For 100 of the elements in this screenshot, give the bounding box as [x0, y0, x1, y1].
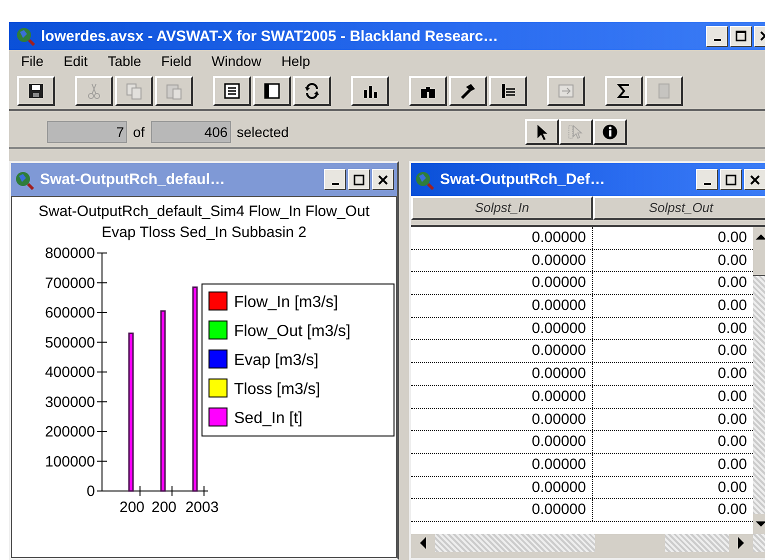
table-cell: 0.00000 [411, 363, 593, 385]
of-label: of [133, 124, 145, 140]
maximize-icon [725, 174, 737, 186]
legend-label: Flow_In [m3/s] [234, 294, 338, 311]
minimize-icon [714, 39, 720, 41]
refresh-icon [302, 81, 322, 101]
info-tool[interactable] [592, 119, 627, 145]
scroll-left-icon[interactable] [411, 534, 435, 552]
y-tick-label: 700000 [44, 274, 95, 292]
menu-item[interactable]: File [21, 53, 44, 70]
window-title: lowerdes.avsx - AVSWAT-X for SWAT2005 - Blackland Researc… [41, 28, 500, 44]
table-cell: 0.00000 [411, 454, 593, 476]
column-header[interactable]: Solpst_Out [593, 196, 765, 220]
table-cell: 0.00000 [411, 318, 593, 340]
table-cell: 0.00000 [411, 431, 593, 453]
y-tick-label: 200000 [44, 424, 95, 440]
scroll-thumb[interactable] [595, 534, 665, 552]
globe-magnifier-icon [15, 26, 35, 46]
table-cell-text: 0.00 [716, 386, 748, 407]
table-cell: 0.00000 [411, 340, 593, 362]
arrow-pointer-tool[interactable] [524, 119, 559, 145]
table-cell: 0.00000 [411, 250, 593, 272]
toolbar-button[interactable] [449, 76, 487, 106]
hammer-icon [458, 81, 478, 101]
y-tick-label: 600000 [44, 304, 95, 322]
toolbar-button[interactable] [293, 76, 331, 106]
table-cell-text: 0.00 [716, 364, 748, 384]
toolbar-button[interactable] [409, 76, 447, 106]
total-count: 406 [150, 121, 231, 143]
table-cell-text: 0.00 [716, 454, 748, 475]
selected-label: selected [236, 124, 289, 140]
maximize-button[interactable] [730, 26, 752, 46]
globe-magnifier-icon [414, 170, 434, 190]
table-cell: 0.00000 [411, 272, 593, 294]
toolbar-button[interactable] [605, 76, 643, 106]
minimize-icon [704, 182, 710, 184]
minimize-button[interactable] [696, 169, 718, 190]
toolbar-button[interactable] [489, 76, 527, 106]
toolbar-button[interactable] [253, 76, 291, 106]
y-tick-label: 0 [86, 483, 95, 500]
menu-item[interactable]: Edit [64, 53, 88, 70]
scroll-down-icon[interactable] [753, 514, 765, 534]
scroll-right-icon[interactable] [729, 534, 753, 552]
legend-label: Sed_In [t] [234, 410, 302, 427]
maximize-icon [353, 174, 365, 186]
maximize-button[interactable] [720, 169, 742, 190]
list-icon [222, 81, 242, 101]
menu-item[interactable]: Help [281, 53, 310, 70]
table-cell: 0.00000 [411, 499, 593, 521]
frame-icon [262, 81, 282, 101]
table-cell: 0.00000 [411, 227, 593, 249]
selected-count: 7 [47, 121, 127, 143]
minimize-button[interactable] [706, 26, 728, 46]
menu-item[interactable]: Window [212, 53, 262, 70]
copy-icon [124, 81, 144, 101]
close-icon [749, 174, 761, 186]
close-icon [377, 174, 389, 186]
scroll-up-icon[interactable] [753, 227, 765, 247]
legend-label: Flow_Out [m3/s] [234, 323, 350, 340]
minimize-icon [332, 182, 338, 184]
y-tick-label: 300000 [44, 394, 95, 411]
table-cell-text: 0.00 [716, 296, 748, 316]
table-cell: 0.00000 [411, 386, 593, 408]
close-button[interactable] [372, 169, 394, 190]
table-cell-text: 0.00 [716, 500, 748, 520]
x-tick-label: 200 [119, 499, 145, 516]
column-header[interactable]: Solpst_In [411, 196, 593, 220]
window-title: Swat-OutputRch_Def… [440, 171, 606, 188]
toolbar-button[interactable] [17, 76, 55, 106]
maximize-icon [735, 30, 747, 42]
scroll-thumb[interactable] [753, 247, 765, 276]
vertical-scrollbar[interactable] [753, 227, 765, 534]
table-cell-text: 0.00 [716, 432, 748, 452]
maximize-button[interactable] [348, 169, 370, 190]
table-cell-text: 0.00 [716, 250, 748, 271]
table-cell-text: 0.00 [716, 318, 748, 339]
y-tick-label: 100000 [44, 453, 95, 470]
y-tick-label: 500000 [44, 334, 95, 352]
table-cell-text: 0.00 [716, 410, 748, 430]
x-tick-label: 200 [151, 499, 177, 516]
x-tick-label: 2003 [185, 499, 219, 516]
chart-title: Swat-OutputRch_default_Sim4 Flow_In Flow_Out Evap Tloss Sed_In Subbasin 2 [38, 202, 370, 243]
table-cell-text: 0.00 [716, 228, 748, 248]
window-title: Swat-OutputRch_defaul… [40, 171, 226, 188]
legend-label: Tloss [m3/s] [234, 381, 320, 398]
table-cell: 0.00000 [411, 408, 593, 430]
close-button[interactable] [744, 169, 765, 190]
toolbar-button[interactable] [213, 76, 251, 106]
info-icon [600, 123, 619, 141]
horizontal-scrollbar[interactable] [411, 534, 765, 552]
table-cell-text: 0.00 [716, 273, 748, 294]
table-cell-text: 0.00 [716, 341, 748, 362]
table-cell: 0.00000 [411, 476, 593, 498]
select-icon [566, 123, 585, 141]
table-cell-text: 0.00 [716, 478, 748, 498]
minimize-button[interactable] [324, 169, 346, 190]
legend-label: Evap [m3/s] [234, 352, 318, 369]
menu-item[interactable]: Table [108, 53, 142, 70]
toolbar-button[interactable] [351, 76, 389, 106]
menu-item[interactable]: Field [161, 53, 192, 70]
